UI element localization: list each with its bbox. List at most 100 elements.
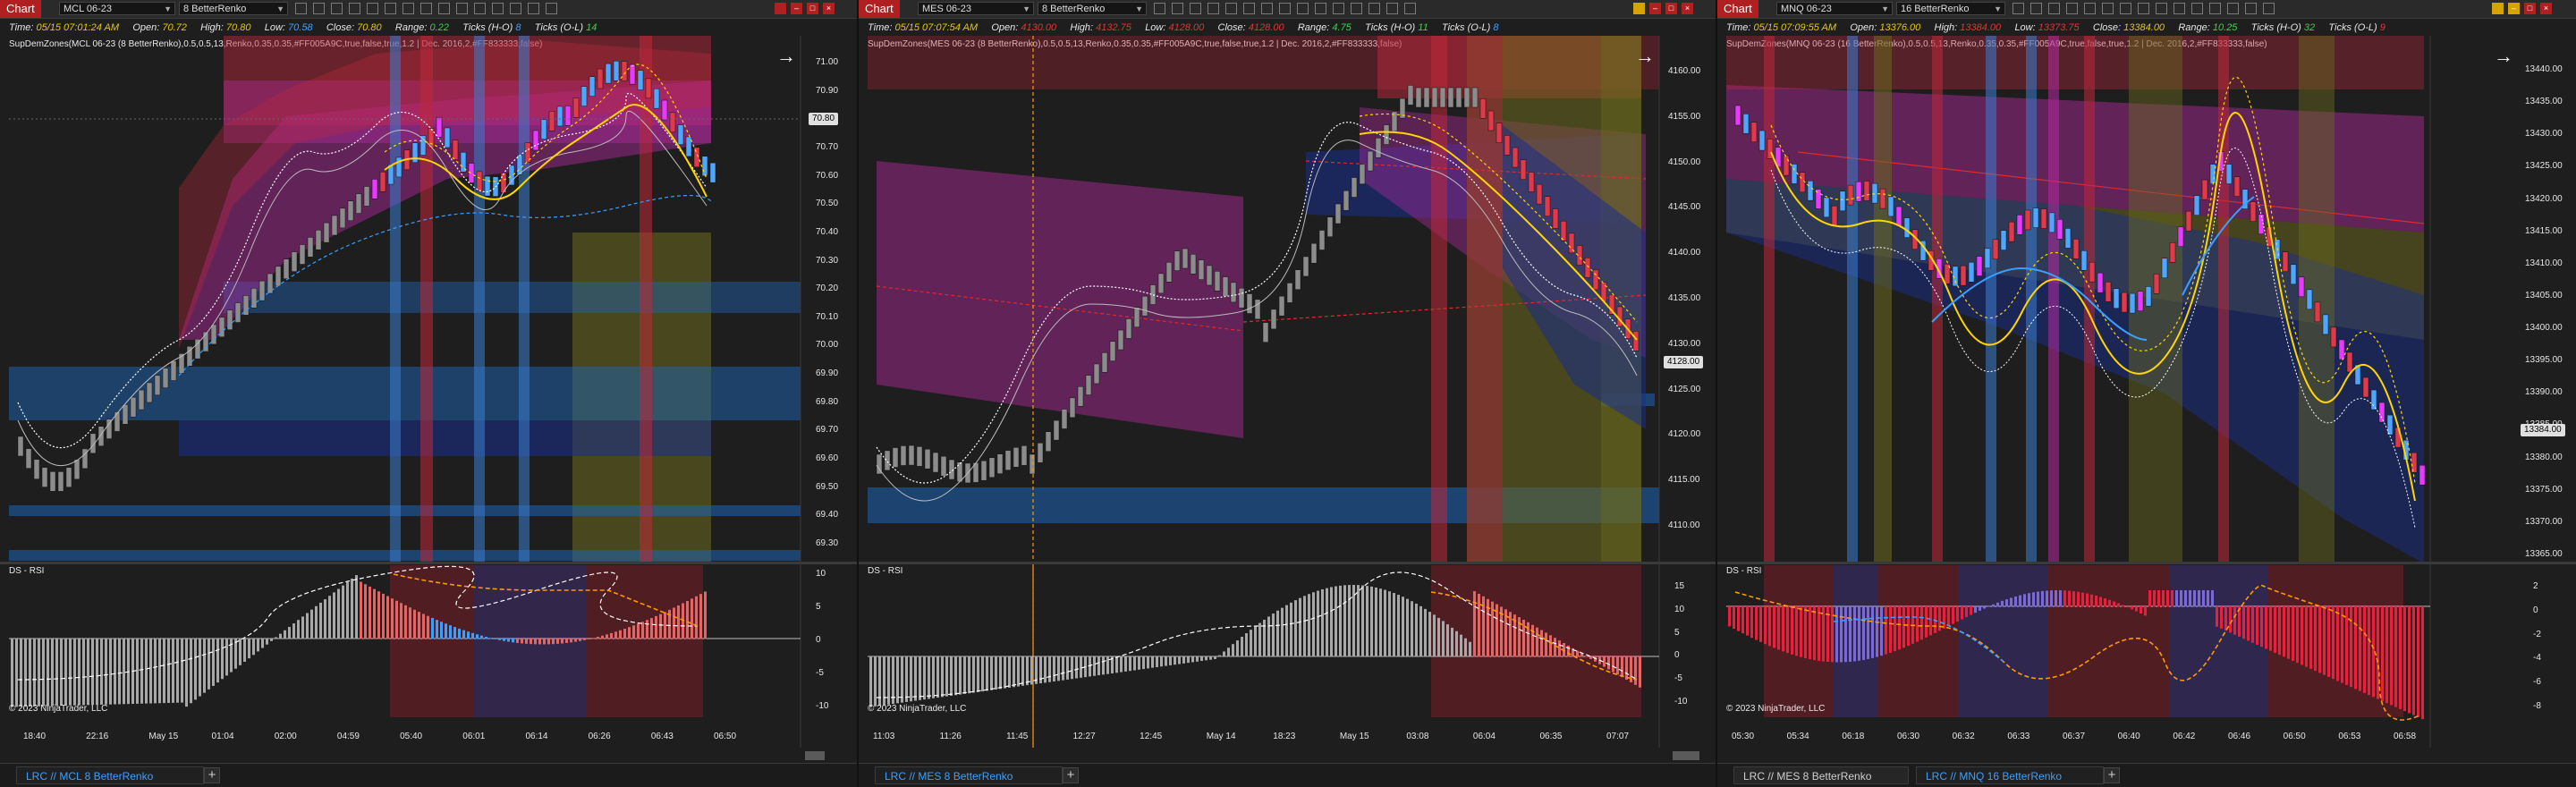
renko-bar — [1463, 87, 1470, 108]
renko-bar — [900, 445, 907, 466]
price-tick-label: 4140.00 — [1668, 248, 1701, 258]
rsi-title: DS - RSI — [1726, 566, 1762, 576]
renko-bar — [1847, 184, 1854, 206]
renko-bar — [2040, 208, 2047, 229]
price-tick-label: 69.60 — [816, 453, 839, 464]
price-tick-label: 71.00 — [816, 57, 839, 67]
add-tab-button[interactable]: + — [204, 767, 220, 783]
renko-bar — [1407, 85, 1414, 106]
renko-bar — [1343, 190, 1350, 211]
renko-bar — [1359, 164, 1366, 185]
renko-bar — [1117, 329, 1124, 351]
time-tick-label: 05:40 — [400, 732, 423, 741]
renko-bar — [1230, 282, 1237, 303]
price-tick-label: 13425.00 — [2525, 161, 2563, 172]
time-tick-label: May 14 — [1206, 732, 1236, 741]
add-tab-button[interactable]: + — [1063, 767, 1079, 783]
renko-bar — [307, 237, 314, 258]
right-arrow-icon[interactable]: → — [1635, 45, 1655, 68]
tab-lrc-mes[interactable]: LRC // MES 8 BetterRenko — [875, 766, 1063, 784]
renko-bar — [621, 61, 628, 81]
renko-bar — [2386, 414, 2394, 436]
renko-bar — [1077, 385, 1084, 407]
time-tick-label: 06:32 — [1952, 732, 1975, 741]
price-chart-canvas[interactable] — [859, 0, 1716, 787]
renko-bar — [2330, 326, 2337, 348]
renko-bar — [2346, 351, 2353, 373]
renko-bar — [2193, 195, 2200, 216]
renko-bar — [1863, 181, 1870, 201]
renko-bar — [283, 258, 290, 279]
renko-bar — [1174, 250, 1181, 271]
renko-bar — [1984, 248, 1991, 269]
renko-bar — [996, 453, 1004, 474]
time-tick-label: 02:00 — [274, 732, 297, 741]
panel-divider[interactable] — [0, 562, 857, 564]
time-tick-label: 12:45 — [1140, 732, 1163, 741]
renko-bar — [2306, 289, 2313, 310]
right-arrow-icon[interactable]: → — [776, 45, 796, 68]
panel-divider[interactable] — [859, 562, 1716, 564]
rsi-tick-label: 15 — [1674, 581, 1685, 591]
price-tick-label: 13365.00 — [2525, 549, 2563, 559]
price-tick-label: 4135.00 — [1668, 293, 1701, 303]
renko-bar — [1807, 180, 1814, 201]
tab-lrc-mes[interactable]: LRC // MES 8 BetterRenko — [1733, 766, 1909, 784]
renko-bar — [532, 130, 539, 151]
renko-bar — [2314, 301, 2321, 323]
renko-bar — [2250, 201, 2257, 222]
renko-bar — [916, 446, 923, 467]
add-tab-button[interactable]: + — [2104, 767, 2120, 783]
panel-divider[interactable] — [1717, 562, 2576, 564]
renko-bar — [2169, 241, 2176, 263]
renko-bar — [363, 186, 370, 207]
time-tick-label: 06:43 — [650, 732, 674, 741]
price-chart-canvas[interactable] — [0, 0, 857, 787]
renko-bar — [653, 88, 660, 109]
renko-bar — [1053, 419, 1060, 441]
price-tick-label: 69.90 — [816, 368, 839, 379]
right-arrow-icon[interactable]: → — [2494, 45, 2513, 68]
renko-bar — [1839, 190, 1846, 212]
renko-bar — [2411, 452, 2418, 473]
rsi-tick-label: 10 — [1674, 604, 1685, 614]
renko-bar — [1254, 299, 1261, 320]
renko-bar — [685, 136, 692, 157]
price-tick-label: 70.10 — [816, 311, 839, 322]
price-chart-canvas[interactable] — [1717, 0, 2576, 787]
renko-bar — [1471, 87, 1479, 108]
time-tick-label: 11:26 — [939, 732, 962, 741]
renko-bar — [436, 116, 443, 138]
time-tick-label: 06:50 — [714, 732, 737, 741]
renko-bar — [1037, 443, 1044, 463]
renko-bar — [1286, 283, 1293, 303]
scrollbar-thumb[interactable] — [1673, 751, 1699, 760]
tab-lrc-mnq[interactable]: LRC // MNQ 16 BetterRenko — [1916, 766, 2104, 784]
renko-bar — [1487, 110, 1495, 131]
tab-lrc-mcl[interactable]: LRC // MCL 8 BetterRenko — [16, 766, 204, 784]
renko-bar — [2338, 339, 2345, 360]
renko-bar — [669, 112, 676, 133]
renko-bar — [1198, 259, 1205, 280]
renko-bar — [1520, 159, 1527, 180]
renko-bar — [980, 460, 987, 481]
renko-bar — [492, 176, 499, 197]
rsi-tick-label: -2 — [2533, 629, 2541, 639]
renko-bar — [2161, 258, 2168, 279]
renko-bar — [130, 396, 137, 418]
renko-bar — [1190, 254, 1197, 275]
time-tick-label: 22:16 — [86, 732, 109, 741]
renko-bar — [1125, 318, 1132, 339]
renko-bar — [1270, 309, 1277, 330]
renko-bar — [2072, 239, 2080, 259]
scrollbar-thumb[interactable] — [805, 751, 825, 760]
renko-bar — [315, 229, 322, 250]
price-tick-label: 69.70 — [816, 425, 839, 436]
renko-bar — [1584, 257, 1591, 278]
renko-bar — [49, 471, 56, 492]
rsi-tick-label: 10 — [816, 569, 826, 579]
price-tick-label: 4145.00 — [1668, 202, 1701, 213]
price-tick-label: 4120.00 — [1668, 429, 1701, 440]
renko-bar — [2097, 272, 2104, 293]
time-tick-label: 06:40 — [2117, 732, 2140, 741]
